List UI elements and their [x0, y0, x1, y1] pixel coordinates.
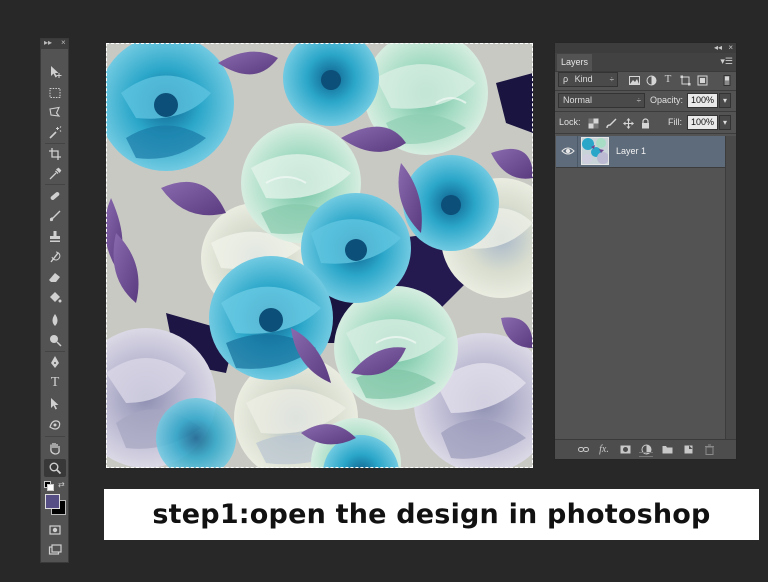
opacity-stepper[interactable]: ▾ — [719, 93, 731, 108]
lock-label: Lock: — [559, 117, 581, 127]
new-group-icon[interactable] — [661, 443, 673, 455]
dropdown-arrow-icon: ÷ — [609, 75, 614, 84]
eye-icon[interactable] — [561, 145, 575, 157]
opacity-field[interactable]: 100% — [687, 93, 718, 108]
blend-mode-value: Normal — [563, 95, 593, 105]
new-layer-icon[interactable] — [682, 443, 694, 455]
paint-bucket-icon[interactable] — [44, 289, 66, 307]
tools-panel: ▸▸ × T ⇄ — [40, 38, 69, 563]
caption-banner: step1:open the design in photoshop — [104, 489, 759, 540]
layer-thumbnail — [581, 137, 609, 165]
filter-toggle-icon[interactable] — [723, 74, 731, 86]
pen-icon[interactable] — [44, 353, 66, 371]
hand-icon[interactable] — [44, 439, 66, 457]
layer-row[interactable]: Layer 1 — [556, 136, 727, 168]
adjustment-filter-icon[interactable] — [645, 74, 657, 86]
fill-label: Fill: — [668, 117, 682, 127]
eyedropper-icon[interactable] — [44, 165, 66, 183]
caption-text: step1:open the design in photoshop — [152, 499, 711, 530]
screen-mode-icon[interactable] — [44, 541, 66, 559]
opacity-label: Opacity: — [650, 95, 684, 105]
lasso-icon[interactable] — [44, 103, 66, 121]
lock-position-icon[interactable] — [622, 117, 634, 129]
tools-panel-header[interactable]: ▸▸ × — [41, 37, 68, 49]
link-layers-icon[interactable] — [577, 443, 589, 455]
kind-label: Kind — [574, 74, 593, 84]
tab-layers[interactable]: Layers — [557, 54, 593, 71]
collapse-icon[interactable]: ▸▸ — [44, 37, 52, 49]
lock-all-icon[interactable] — [639, 117, 651, 129]
lock-transparent-pixels-icon[interactable] — [587, 117, 599, 129]
image-filter-icon[interactable] — [628, 74, 640, 86]
clone-stamp-icon[interactable] — [44, 228, 66, 246]
magic-wand-icon[interactable] — [44, 124, 66, 142]
floral-pattern — [106, 43, 533, 468]
3d-object-icon[interactable] — [44, 416, 66, 434]
layers-panel-footer: fx. — [555, 439, 736, 459]
trash-icon[interactable] — [703, 443, 715, 455]
layers-scrollbar[interactable] — [725, 136, 736, 441]
close-icon[interactable]: × — [728, 42, 733, 53]
fx-icon[interactable]: fx. — [598, 443, 610, 455]
lock-image-pixels-icon[interactable] — [605, 117, 617, 129]
history-brush-icon[interactable] — [44, 248, 66, 266]
document-canvas[interactable] — [106, 43, 533, 468]
close-icon[interactable]: × — [61, 37, 66, 49]
path-selection-icon[interactable] — [44, 395, 66, 413]
zoom-icon[interactable] — [44, 459, 66, 477]
smart-object-filter-icon[interactable] — [696, 74, 708, 86]
quick-mask-icon[interactable] — [44, 521, 66, 539]
default-colors-icon[interactable] — [44, 481, 54, 491]
layers-panel: ◂◂ × Layers ▾☰ ρ Kind ÷ T Normal ÷ Opaci… — [554, 42, 737, 460]
blend-mode-dropdown[interactable]: Normal ÷ — [558, 93, 645, 108]
rectangular-marquee-icon[interactable] — [44, 84, 66, 102]
eraser-icon[interactable] — [44, 268, 66, 286]
panel-resize-grip[interactable] — [639, 452, 653, 457]
fill-stepper[interactable]: ▾ — [719, 115, 731, 130]
spot-healing-brush-icon[interactable] — [44, 187, 66, 205]
collapse-icon[interactable]: ◂◂ — [714, 42, 722, 53]
panel-menu-icon[interactable]: ▾☰ — [720, 55, 733, 67]
fill-field[interactable]: 100% — [687, 115, 718, 130]
layer-name[interactable]: Layer 1 — [616, 144, 646, 158]
crop-icon[interactable] — [44, 145, 66, 163]
add-mask-icon[interactable] — [619, 443, 631, 455]
brush-icon[interactable] — [44, 207, 66, 225]
shape-filter-icon[interactable] — [679, 74, 691, 86]
dodge-icon[interactable] — [44, 331, 66, 349]
blur-icon[interactable] — [44, 311, 66, 329]
dropdown-arrow-icon: ÷ — [636, 96, 641, 105]
type-icon[interactable]: T — [44, 374, 66, 392]
type-filter-icon[interactable]: T — [662, 73, 674, 85]
search-icon: ρ — [563, 74, 569, 84]
swap-colors-icon[interactable]: ⇄ — [58, 480, 65, 489]
layers-panel-header[interactable]: ◂◂ × — [555, 43, 736, 53]
move-tool-icon[interactable] — [44, 63, 66, 81]
foreground-color-swatch[interactable] — [45, 494, 60, 509]
kind-filter-dropdown[interactable]: ρ Kind ÷ — [558, 72, 618, 87]
